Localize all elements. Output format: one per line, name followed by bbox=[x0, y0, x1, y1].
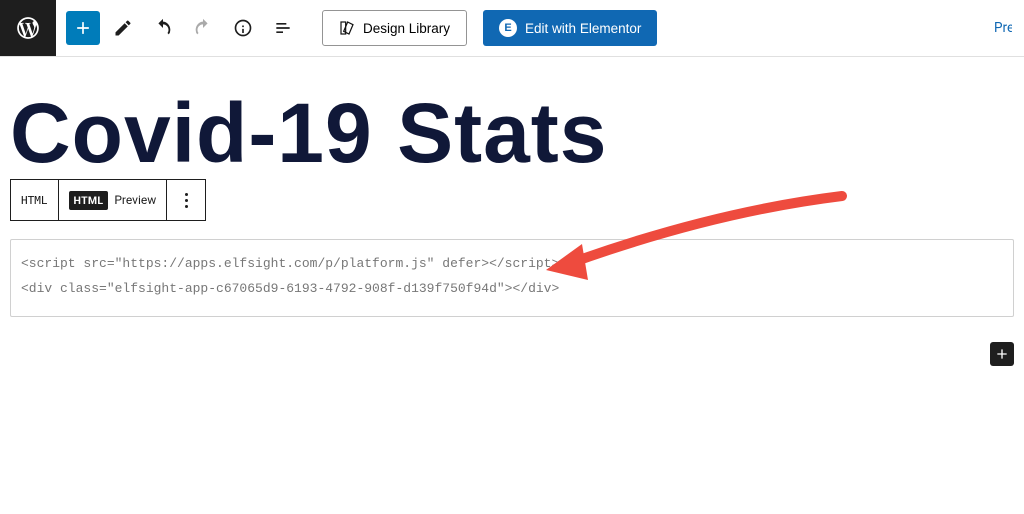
html-block-toolbar: HTML HTML Preview bbox=[10, 179, 206, 221]
code-line-2: <div class="elfsight-app-c67065d9-6193-4… bbox=[21, 281, 559, 296]
html-preview-tabs: HTML Preview bbox=[59, 180, 168, 220]
design-library-label: Design Library bbox=[363, 21, 450, 36]
append-block-button[interactable] bbox=[990, 342, 1014, 366]
block-more-options[interactable] bbox=[167, 180, 205, 220]
editor-top-toolbar: Design Library E Edit with Elementor Pre… bbox=[0, 0, 1024, 56]
redo-button[interactable] bbox=[186, 11, 220, 45]
preview-link[interactable]: Preview bbox=[994, 20, 1012, 36]
outline-button[interactable] bbox=[266, 11, 300, 45]
elementor-label: Edit with Elementor bbox=[525, 21, 641, 36]
undo-button[interactable] bbox=[146, 11, 180, 45]
wordpress-logo-icon[interactable] bbox=[0, 0, 56, 56]
code-line-1: <script src="https://apps.elfsight.com/p… bbox=[21, 256, 559, 271]
elementor-icon: E bbox=[499, 19, 517, 37]
html-block-icon: HTML bbox=[21, 194, 48, 207]
editor-canvas: Covid-19 Stats HTML HTML Preview <script… bbox=[0, 89, 1024, 317]
design-library-icon bbox=[339, 20, 355, 36]
toolbar-tools-group bbox=[66, 11, 300, 45]
edit-tool-icon[interactable] bbox=[106, 11, 140, 45]
info-button[interactable] bbox=[226, 11, 260, 45]
design-library-button[interactable]: Design Library bbox=[322, 10, 467, 46]
preview-tab[interactable]: Preview bbox=[114, 193, 156, 207]
edit-with-elementor-button[interactable]: E Edit with Elementor bbox=[483, 10, 657, 46]
toolbar-divider bbox=[0, 56, 1024, 57]
block-type-indicator[interactable]: HTML bbox=[11, 180, 59, 220]
custom-html-code-editor[interactable]: <script src="https://apps.elfsight.com/p… bbox=[10, 239, 1014, 316]
add-block-button[interactable] bbox=[66, 11, 100, 45]
more-options-icon bbox=[177, 193, 195, 208]
html-tab[interactable]: HTML bbox=[69, 191, 109, 210]
page-title[interactable]: Covid-19 Stats bbox=[10, 89, 1014, 177]
